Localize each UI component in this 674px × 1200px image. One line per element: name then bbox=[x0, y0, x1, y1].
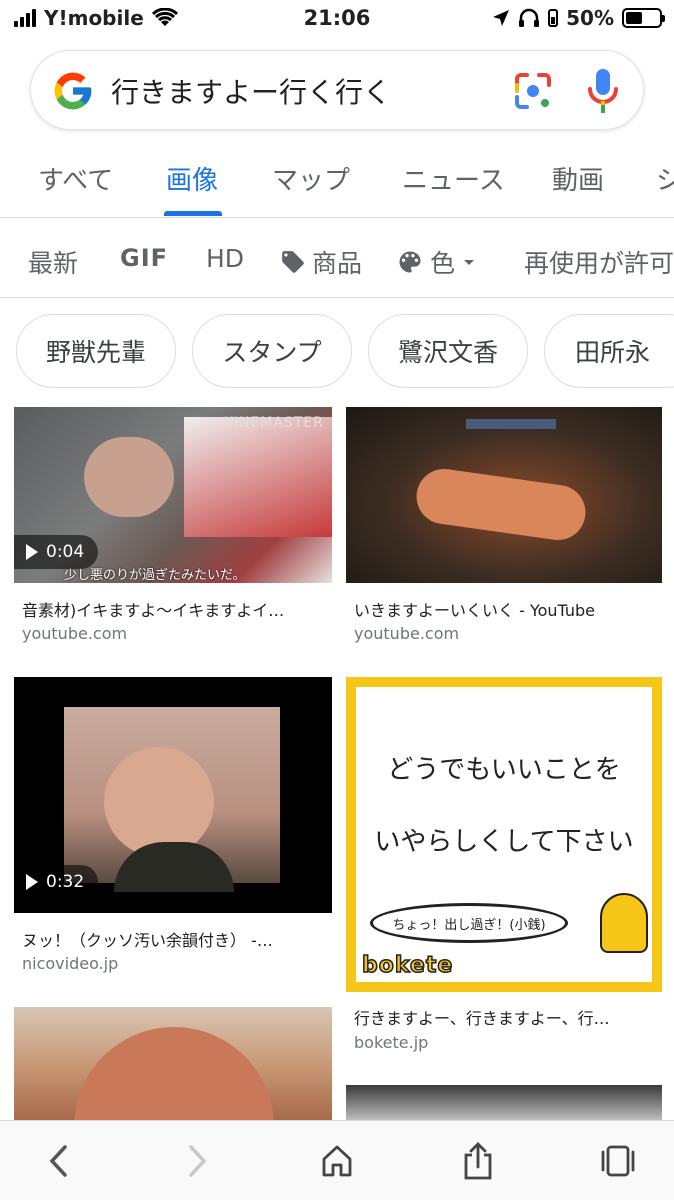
search-tabs: すべて 画像 マップ ニュース 動画 シ bbox=[0, 140, 674, 218]
dropdown-arrow-icon bbox=[464, 260, 475, 265]
filter-latest[interactable]: 最新 bbox=[28, 244, 78, 280]
battery-icon bbox=[622, 8, 665, 28]
thumbnail-figure bbox=[184, 417, 332, 537]
status-right: 50% bbox=[492, 6, 665, 30]
status-bar: Y!mobile 21:06 50% bbox=[0, 0, 674, 40]
image-result[interactable]: KINEMASTER 少し悪のりが過ぎたみたいだ。 0:04 音素材)イキますよ… bbox=[14, 407, 332, 657]
result-title[interactable]: いきますよーいくいく - YouTube bbox=[354, 597, 659, 621]
share-button[interactable] bbox=[456, 1139, 500, 1183]
filter-gif[interactable]: GIF bbox=[120, 244, 168, 272]
thumbnail-figure bbox=[84, 437, 174, 517]
battery-saver-icon bbox=[548, 9, 559, 27]
video-duration-badge: 0:32 bbox=[14, 865, 99, 899]
browser-toolbar bbox=[0, 1120, 674, 1200]
chip-suggestion[interactable]: スタンプ bbox=[192, 314, 352, 388]
speech-bubble: ちょっ！出し過ぎ！(小銭) bbox=[370, 903, 568, 943]
result-thumbnail[interactable] bbox=[346, 1085, 662, 1120]
result-title[interactable]: ヌッ！（クッソ汚い余韻付き） -… bbox=[22, 927, 327, 951]
home-button[interactable] bbox=[315, 1139, 359, 1183]
thumbnail-figure bbox=[412, 465, 590, 544]
chip-suggestion[interactable]: 田所永 bbox=[544, 314, 674, 388]
battery-percent: 50% bbox=[566, 6, 614, 30]
result-source: youtube.com bbox=[354, 624, 460, 643]
tabs-button[interactable] bbox=[596, 1139, 640, 1183]
filter-color-label: 色 bbox=[430, 249, 456, 278]
play-icon bbox=[26, 874, 38, 890]
result-title[interactable]: 音素材)イキますよ〜イキますよイ… bbox=[22, 597, 327, 621]
duration-text: 0:32 bbox=[46, 872, 85, 892]
result-thumbnail[interactable] bbox=[14, 1007, 332, 1120]
game-hud bbox=[466, 419, 556, 429]
tag-icon bbox=[282, 251, 304, 273]
related-chips: 野獣先輩 スタンプ 鷺沢文香 田所永 bbox=[0, 314, 674, 390]
filter-hd[interactable]: HD bbox=[206, 244, 244, 273]
tab-shopping[interactable]: シ bbox=[656, 160, 674, 197]
google-logo-icon[interactable] bbox=[51, 69, 95, 113]
result-thumbnail[interactable] bbox=[346, 407, 662, 583]
chevron-right-icon bbox=[189, 1145, 207, 1177]
image-result[interactable] bbox=[14, 1007, 332, 1120]
bokete-mascot-icon bbox=[600, 893, 648, 953]
play-icon bbox=[26, 544, 38, 560]
chip-suggestion[interactable]: 鷺沢文香 bbox=[368, 314, 528, 388]
result-thumbnail[interactable]: KINEMASTER 少し悪のりが過ぎたみたいだ。 0:04 bbox=[14, 407, 332, 583]
result-thumbnail[interactable]: どうでもいいことを いやらしくして下さい ちょっ！出し過ぎ！(小銭) boket… bbox=[346, 677, 662, 992]
image-result[interactable]: 0:32 ヌッ！（クッソ汚い余韻付き） -… nicovideo.jp bbox=[14, 677, 332, 977]
video-caption: 少し悪のりが過ぎたみたいだ。 bbox=[64, 568, 246, 583]
result-source: nicovideo.jp bbox=[22, 954, 119, 973]
tabs-icon bbox=[601, 1145, 635, 1177]
image-result[interactable]: どうでもいいことを いやらしくして下さい ちょっ！出し過ぎ！(小銭) boket… bbox=[346, 677, 662, 1057]
chip-suggestion[interactable]: 野獣先輩 bbox=[16, 314, 176, 388]
filter-color[interactable]: 色 bbox=[396, 244, 477, 280]
palette-icon bbox=[399, 251, 421, 273]
filter-bar: 最新 GIF HD 商品 色 再使用が許可 bbox=[0, 218, 674, 298]
tab-maps[interactable]: マップ bbox=[272, 160, 350, 197]
bokete-card: どうでもいいことを いやらしくして下さい ちょっ！出し過ぎ！(小銭) boket… bbox=[356, 687, 652, 982]
tab-images[interactable]: 画像 bbox=[166, 160, 218, 197]
back-button[interactable] bbox=[36, 1139, 80, 1183]
filter-products-label: 商品 bbox=[312, 249, 363, 278]
chevron-left-icon bbox=[49, 1145, 67, 1177]
home-icon bbox=[322, 1145, 352, 1177]
card-line-1: どうでもいいことを bbox=[387, 755, 621, 785]
result-source: bokete.jp bbox=[354, 1033, 429, 1052]
search-box[interactable]: 行きますよー行く行く bbox=[30, 50, 644, 130]
filter-usage-rights[interactable]: 再使用が許可 bbox=[524, 244, 674, 280]
tab-all[interactable]: すべて bbox=[38, 160, 113, 197]
result-title[interactable]: 行きますよー、行きますよー、行… bbox=[354, 1005, 659, 1029]
headphones-icon bbox=[519, 8, 540, 27]
thumbnail-figure bbox=[64, 707, 280, 892]
search-input[interactable]: 行きますよー行く行く bbox=[111, 71, 391, 111]
location-arrow-icon bbox=[493, 10, 510, 26]
kinemaster-watermark: KINEMASTER bbox=[223, 415, 324, 431]
thumbnail-face bbox=[104, 747, 214, 857]
video-duration-badge: 0:04 bbox=[14, 535, 99, 569]
share-icon bbox=[464, 1142, 492, 1180]
bokete-logo: bokete bbox=[361, 952, 454, 979]
thumbnail-face bbox=[74, 1027, 274, 1120]
filter-products[interactable]: 商品 bbox=[280, 244, 362, 280]
image-result[interactable] bbox=[346, 1085, 662, 1120]
active-tab-indicator bbox=[164, 211, 222, 216]
tab-videos[interactable]: 動画 bbox=[552, 160, 604, 197]
result-thumbnail[interactable]: 0:32 bbox=[14, 677, 332, 913]
card-line-2: いやらしくして下さい bbox=[374, 827, 634, 857]
microphone-icon[interactable] bbox=[586, 67, 620, 115]
tab-news[interactable]: ニュース bbox=[402, 160, 505, 197]
forward-button[interactable] bbox=[176, 1139, 220, 1183]
result-source: youtube.com bbox=[22, 624, 128, 643]
image-result[interactable]: いきますよーいくいく - YouTube youtube.com bbox=[346, 407, 662, 657]
duration-text: 0:04 bbox=[46, 542, 85, 562]
google-lens-icon[interactable] bbox=[511, 69, 555, 113]
